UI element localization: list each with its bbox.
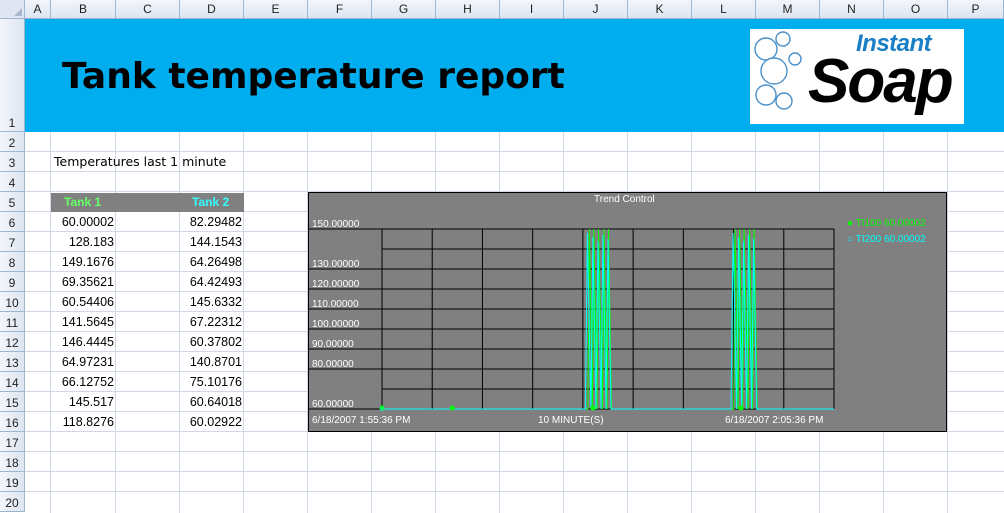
column-header-j[interactable]: J	[564, 0, 628, 19]
series-marker-ti100	[738, 405, 744, 411]
legend-marker-ti100-icon: ●	[847, 218, 854, 229]
table-header-cell-c	[116, 193, 180, 212]
tank2-value[interactable]: 60.64018	[180, 392, 244, 412]
tank2-value[interactable]: 64.42493	[180, 272, 244, 292]
y-tick-label: 110.00000	[312, 299, 359, 310]
series-marker-ti100	[449, 405, 455, 411]
legend-ti200-label: TI200 60.00002	[855, 234, 926, 245]
legend-ti100-label: TI100 60.00002	[855, 218, 926, 229]
row-header-8[interactable]: 8	[0, 252, 25, 272]
tank1-value[interactable]: 66.12752	[51, 372, 116, 392]
row-header-14[interactable]: 14	[0, 372, 25, 392]
tank1-value[interactable]: 60.00002	[51, 212, 116, 232]
column-header-n[interactable]: N	[820, 0, 884, 19]
series-marker-ti100	[590, 405, 596, 411]
tank1-value[interactable]: 146.4445	[51, 332, 116, 352]
row-header-9[interactable]: 9	[0, 272, 25, 292]
row-header-6[interactable]: 6	[0, 212, 25, 232]
row-header-12[interactable]: 12	[0, 332, 25, 352]
x-start-label: 6/18/2007 1:55:36 PM	[312, 415, 411, 426]
column-header-e[interactable]: E	[244, 0, 308, 19]
column-header-f[interactable]: F	[308, 0, 372, 19]
column-header-o[interactable]: O	[884, 0, 948, 19]
tank1-value[interactable]: 118.8276	[51, 412, 116, 432]
tank1-value[interactable]: 128.183	[51, 232, 116, 252]
row-header-7[interactable]: 7	[0, 232, 25, 252]
report-title: Tank temperature report	[62, 56, 565, 97]
column-header-d[interactable]: D	[180, 0, 244, 19]
tank1-value[interactable]: 149.1676	[51, 252, 116, 272]
tank1-value[interactable]: 69.35621	[51, 272, 116, 292]
tank2-value[interactable]: 82.29482	[180, 212, 244, 232]
tank2-value[interactable]: 140.8701	[180, 352, 244, 372]
y-tick-label: 100.00000	[312, 319, 360, 330]
tank1-value[interactable]: 60.54406	[51, 292, 116, 312]
select-all-corner[interactable]	[0, 0, 25, 19]
tank2-value[interactable]: 60.02922	[180, 412, 244, 432]
row-header-11[interactable]: 11	[0, 312, 25, 332]
series-marker-ti200: ×	[379, 404, 384, 414]
row-header-10[interactable]: 10	[0, 292, 25, 312]
y-tick-label: 60.00000	[312, 399, 354, 410]
row-header-15[interactable]: 15	[0, 392, 25, 412]
legend-ti200[interactable]: ○ TI200 60.00002	[847, 234, 926, 245]
row-header-5[interactable]: 5	[0, 192, 25, 212]
row-header-13[interactable]: 13	[0, 352, 25, 372]
grid-hline	[25, 151, 1004, 152]
legend-marker-ti200-icon: ○	[847, 234, 854, 245]
tank2-value[interactable]: 60.37802	[180, 332, 244, 352]
tank2-value[interactable]: 144.1543	[180, 232, 244, 252]
column-header-h[interactable]: H	[436, 0, 500, 19]
select-all-triangle-icon	[14, 8, 22, 16]
y-tick-label: 80.00000	[312, 359, 354, 370]
column-header-k[interactable]: K	[628, 0, 692, 19]
report-subtitle: Temperatures last 1 minute	[54, 154, 227, 169]
row-header-19[interactable]: 19	[0, 472, 25, 492]
tank1-value[interactable]: 141.5645	[51, 312, 116, 332]
y-tick-label: 90.00000	[312, 339, 354, 350]
logo-text-soap: Soap	[808, 47, 954, 116]
grid-hline	[25, 171, 1004, 172]
column-header-g[interactable]: G	[372, 0, 436, 19]
tank2-header: Tank 2	[192, 195, 230, 209]
tank2-value[interactable]: 67.22312	[180, 312, 244, 332]
row-header-17[interactable]: 17	[0, 432, 25, 452]
row-header-16[interactable]: 16	[0, 412, 25, 432]
row-header-4[interactable]: 4	[0, 172, 25, 192]
tank2-value[interactable]: 64.26498	[180, 252, 244, 272]
row-header-2[interactable]: 2	[0, 132, 25, 152]
legend-ti100[interactable]: ● TI100 60.00002	[847, 218, 926, 229]
y-tick-label: 130.00000	[312, 259, 360, 270]
grid-hline	[25, 451, 1004, 452]
column-header-p[interactable]: P	[948, 0, 1004, 19]
grid-hline	[25, 471, 1004, 472]
x-span-label: 10 MINUTE(S)	[538, 415, 604, 426]
trend-control-chart[interactable]: 150.00000 130.00000 120.00000 110.00000 100.…	[308, 192, 947, 432]
column-header-l[interactable]: L	[692, 0, 756, 19]
tank1-value[interactable]: 64.97231	[51, 352, 116, 372]
instant-soap-logo[interactable]: Instant Soap	[750, 29, 964, 124]
column-header-m[interactable]: M	[756, 0, 820, 19]
tank1-header: Tank 1	[64, 195, 102, 209]
tank2-value[interactable]: 145.6332	[180, 292, 244, 312]
row-header-1[interactable]: 1	[0, 19, 25, 132]
grid-hline	[25, 491, 1004, 492]
row-header-18[interactable]: 18	[0, 452, 25, 472]
x-end-label: 6/18/2007 2:05:36 PM	[725, 415, 824, 426]
column-header-c[interactable]: C	[116, 0, 180, 19]
y-tick-label: 120.00000	[312, 279, 360, 290]
column-header-i[interactable]: I	[500, 0, 564, 19]
row-header-20[interactable]: 20	[0, 492, 25, 512]
column-header-a[interactable]: A	[25, 0, 51, 19]
y-tick-label: 150.00000	[312, 219, 360, 230]
chart-title: Trend Control	[594, 194, 655, 205]
tank2-value[interactable]: 75.10176	[180, 372, 244, 392]
column-header-b[interactable]: B	[51, 0, 116, 19]
tank1-value[interactable]: 145.517	[51, 392, 116, 412]
row-header-3[interactable]: 3	[0, 152, 25, 172]
